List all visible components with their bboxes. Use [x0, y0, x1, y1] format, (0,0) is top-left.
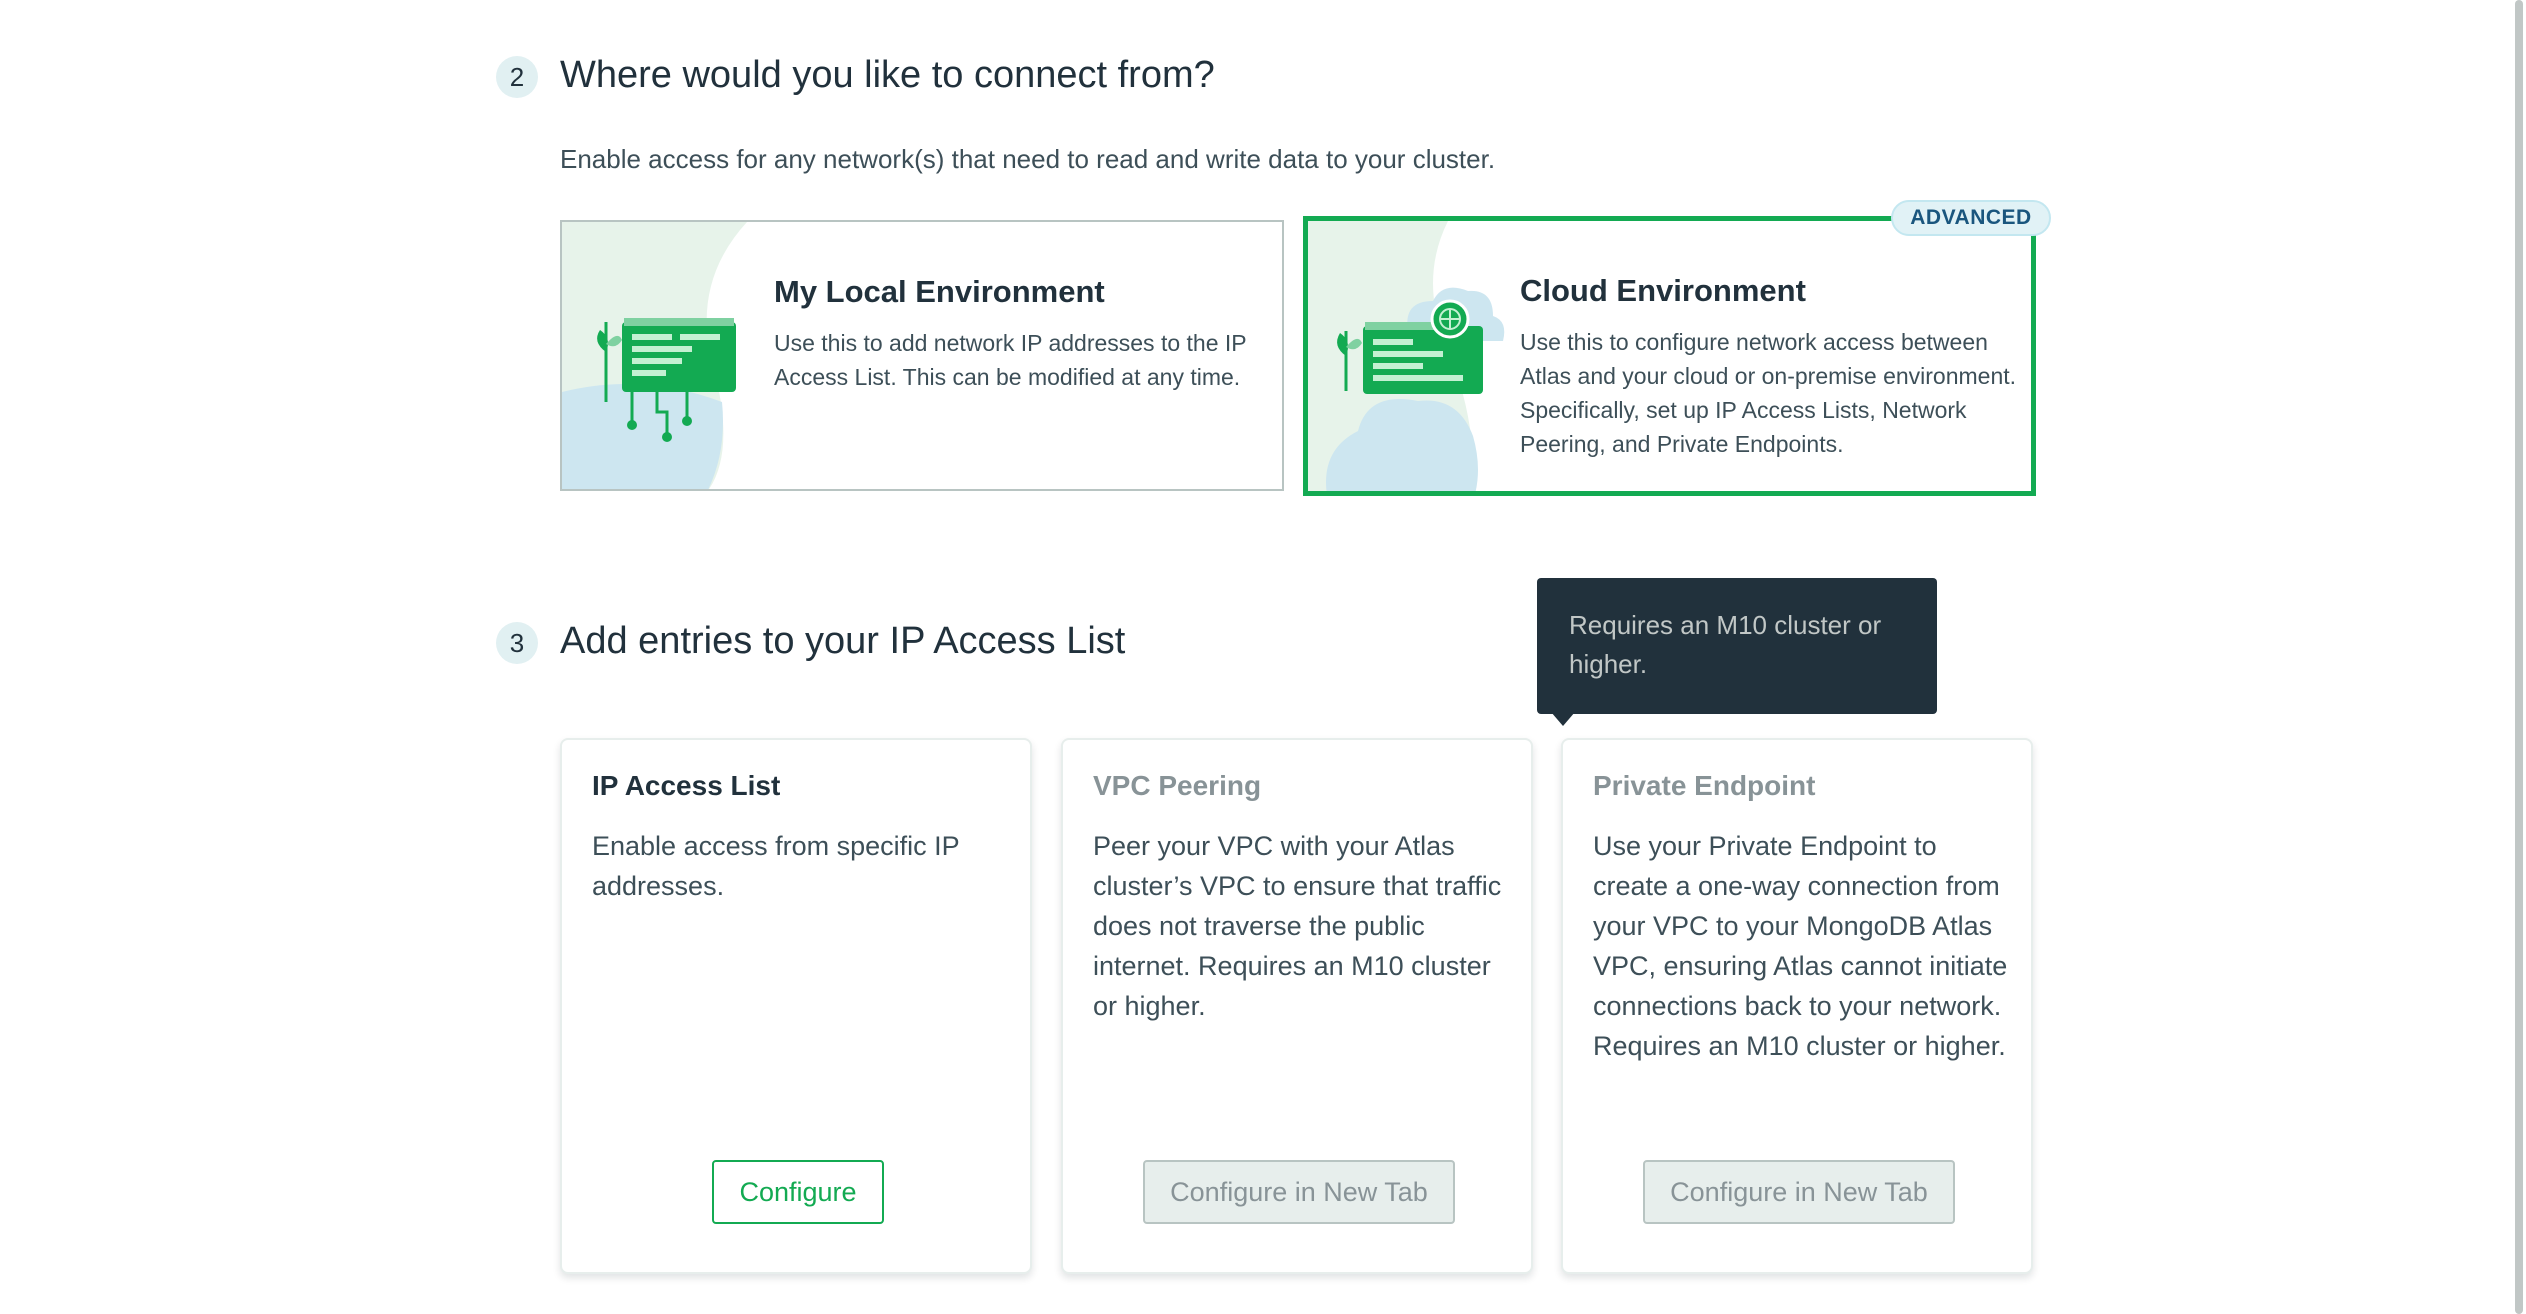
vpc-peering-card: VPC Peering Peer your VPC with your Atla…: [1061, 738, 1533, 1274]
private-endpoint-configure-new-tab-button[interactable]: Configure in New Tab: [1643, 1160, 1955, 1224]
cloud-environment-card[interactable]: Cloud Environment Use this to configure …: [1303, 216, 2036, 496]
cloud-environment-title: Cloud Environment: [1520, 273, 1806, 308]
ip-access-list-title: IP Access List: [592, 770, 781, 801]
configure-button[interactable]: Configure: [712, 1160, 884, 1224]
local-environment-description: Use this to add network IP addresses to …: [774, 330, 1247, 390]
step-3-badge: 3: [496, 622, 538, 664]
local-environment-card[interactable]: My Local Environment Use this to add net…: [560, 220, 1284, 491]
cloud-environment-illustration: [1308, 221, 1505, 491]
step-2-subtext: Enable access for any network(s) that ne…: [560, 144, 1496, 174]
vpc-peering-description: Peer your VPC with your Atlas cluster’s …: [1093, 831, 1502, 1021]
private-endpoint-description: Use your Private Endpoint to create a on…: [1593, 831, 2008, 1061]
advanced-badge: ADVANCED: [1891, 200, 2051, 236]
scrollbar-thumb[interactable]: [2515, 0, 2523, 1314]
local-environment-title: My Local Environment: [774, 274, 1105, 309]
vpc-peering-title: VPC Peering: [1093, 770, 1262, 801]
step-2-badge: 2: [496, 56, 538, 98]
cloud-environment-description: Use this to configure network access bet…: [1520, 329, 2017, 457]
ip-access-list-card: IP Access List Enable access from specif…: [560, 738, 1032, 1274]
step-2-heading: Where would you like to connect from?: [560, 54, 1215, 96]
ip-access-list-description: Enable access from specific IP addresses…: [592, 831, 960, 901]
local-environment-illustration: [562, 222, 747, 489]
private-endpoint-title: Private Endpoint: [1593, 770, 1816, 801]
step-3-heading: Add entries to your IP Access List: [560, 620, 1126, 662]
tooltip-arrow: [1551, 712, 1575, 726]
m10-requirement-tooltip: Requires an M10 cluster or higher.: [1537, 578, 1937, 714]
vpc-peering-configure-new-tab-button[interactable]: Configure in New Tab: [1143, 1160, 1455, 1224]
private-endpoint-card: Private Endpoint Use your Private Endpoi…: [1561, 738, 2033, 1274]
scrollbar[interactable]: [2512, 0, 2526, 1314]
